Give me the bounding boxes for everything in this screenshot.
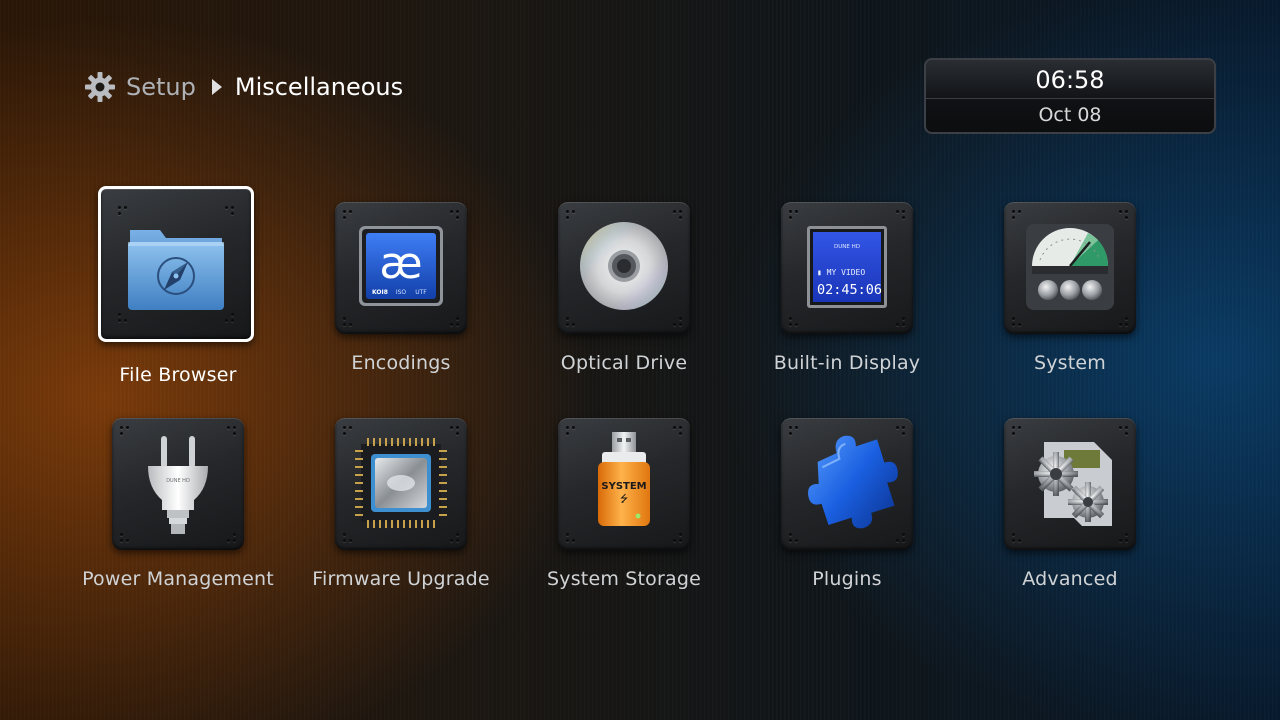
folder-compass-icon xyxy=(128,230,224,310)
tile-frame: DUNE HD ▮ MY VIDEO 02:45:06 xyxy=(781,202,913,334)
gears-icon xyxy=(1034,442,1112,526)
breadcrumb-current: Miscellaneous xyxy=(234,73,404,101)
tile-label: Encodings xyxy=(351,352,451,374)
tile-frame xyxy=(98,186,254,342)
svg-text:⭍: ⭍ xyxy=(620,493,628,505)
puzzle-piece-icon xyxy=(808,435,898,529)
clock-date: Oct 08 xyxy=(1038,104,1102,126)
svg-text:æ: æ xyxy=(379,238,422,289)
tile-label: System xyxy=(1033,352,1107,374)
tile-label: Firmware Upgrade xyxy=(312,568,490,590)
optical-disc-icon xyxy=(580,222,668,310)
svg-text:SYSTEM: SYSTEM xyxy=(601,481,646,492)
tile-label: System Storage xyxy=(546,568,702,590)
tile-label: Built-in Display xyxy=(773,352,921,374)
tile-frame xyxy=(335,418,467,550)
clock-time: 06:58 xyxy=(926,60,1214,99)
tile-frame xyxy=(1004,418,1136,550)
tile-label: File Browser xyxy=(119,364,237,386)
cpu-chip-icon xyxy=(355,438,447,528)
gear-icon xyxy=(85,72,115,102)
clock-widget: 06:58 Oct 08 xyxy=(924,58,1216,134)
encoding-ae-icon: æ KOI8 ISO UTF xyxy=(359,226,443,306)
svg-text:KOI8: KOI8 xyxy=(372,289,388,296)
tile-frame xyxy=(781,418,913,550)
tile-label: Optical Drive xyxy=(560,352,688,374)
tile-label: Power Management xyxy=(82,568,274,590)
tile-frame: DUNE HD xyxy=(112,418,244,550)
tile-frame xyxy=(1004,202,1136,334)
svg-text:DUNE HD: DUNE HD xyxy=(166,478,190,484)
svg-text:DUNE HD: DUNE HD xyxy=(834,244,860,250)
triangle-right-icon xyxy=(211,79,222,95)
lcd-display-icon: DUNE HD ▮ MY VIDEO 02:45:06 xyxy=(807,226,887,308)
tile-frame xyxy=(558,202,690,334)
tile-label: Plugins xyxy=(812,568,882,590)
breadcrumb-root[interactable]: Setup xyxy=(126,73,196,101)
usb-drive-icon: SYSTEM ⭍ xyxy=(598,432,650,526)
tile-label: Advanced xyxy=(1022,568,1118,590)
tile-frame: SYSTEM ⭍ xyxy=(558,418,690,550)
tile-frame: æ KOI8 ISO UTF xyxy=(335,202,467,334)
svg-text:▮ MY VIDEO: ▮ MY VIDEO xyxy=(817,268,865,277)
svg-text:UTF: UTF xyxy=(415,289,427,296)
svg-text:ISO: ISO xyxy=(396,289,407,296)
svg-text:02:45:06: 02:45:06 xyxy=(817,282,882,298)
gauge-meter-icon xyxy=(1026,224,1114,310)
breadcrumb: Setup Miscellaneous xyxy=(84,68,403,106)
power-plug-icon: DUNE HD xyxy=(148,436,208,534)
